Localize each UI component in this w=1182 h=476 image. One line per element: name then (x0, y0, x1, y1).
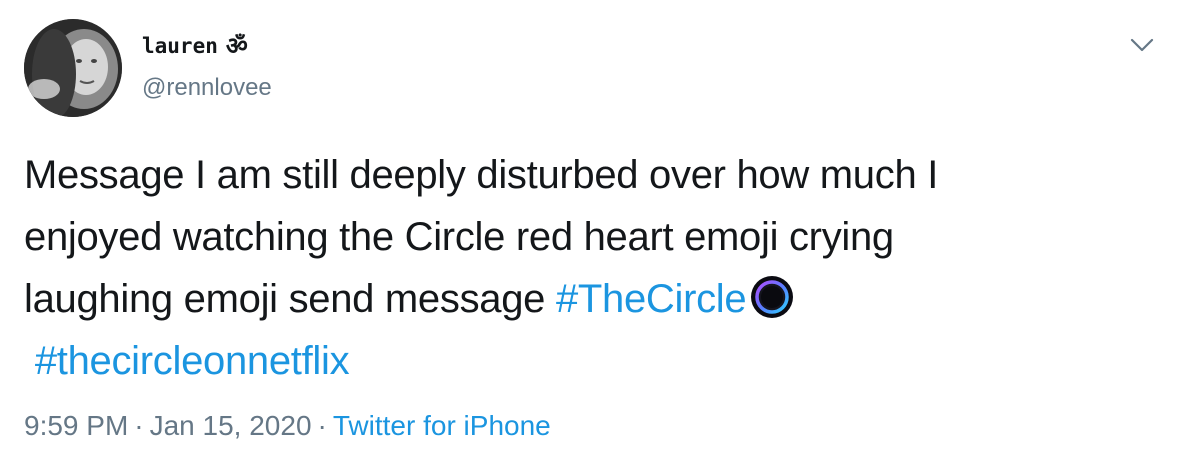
tweet-line-3-text: laughing emoji send message (24, 277, 556, 321)
display-name[interactable]: lauren (142, 34, 218, 58)
display-name-row[interactable]: lauren ॐ (142, 34, 248, 58)
the-circle-icon (750, 275, 794, 319)
avatar-image (24, 19, 122, 117)
meta-separator: · (317, 410, 327, 441)
tweet-meta: 9:59 PM · Jan 15, 2020 · Twitter for iPhone (24, 410, 551, 442)
tweet-line-4: #thecircleonnetflix (24, 330, 1144, 392)
tweet-time[interactable]: 9:59 PM (24, 410, 128, 441)
avatar[interactable] (24, 19, 122, 117)
tweet-date[interactable]: Jan 15, 2020 (150, 410, 312, 441)
chevron-down-icon[interactable] (1128, 34, 1156, 56)
om-glyph: ॐ (225, 32, 248, 60)
tweet-text: Message I am still deeply disturbed over… (24, 144, 1144, 392)
user-handle[interactable]: @rennlovee (142, 74, 272, 102)
tweet-card: lauren ॐ @rennlovee Message I am still d… (0, 0, 1182, 476)
tweet-line-1: Message I am still deeply disturbed over… (24, 153, 939, 197)
tweet-line-3: laughing emoji send message #TheCircle (24, 268, 1144, 330)
meta-separator: · (134, 410, 144, 441)
hashtag-thecircle[interactable]: #TheCircle (556, 277, 747, 321)
tweet-line-2: enjoyed watching the Circle red heart em… (24, 215, 894, 259)
tweet-source-link[interactable]: Twitter for iPhone (333, 410, 551, 441)
hashtag-thecircleonnetflix[interactable]: #thecircleonnetflix (35, 339, 350, 383)
